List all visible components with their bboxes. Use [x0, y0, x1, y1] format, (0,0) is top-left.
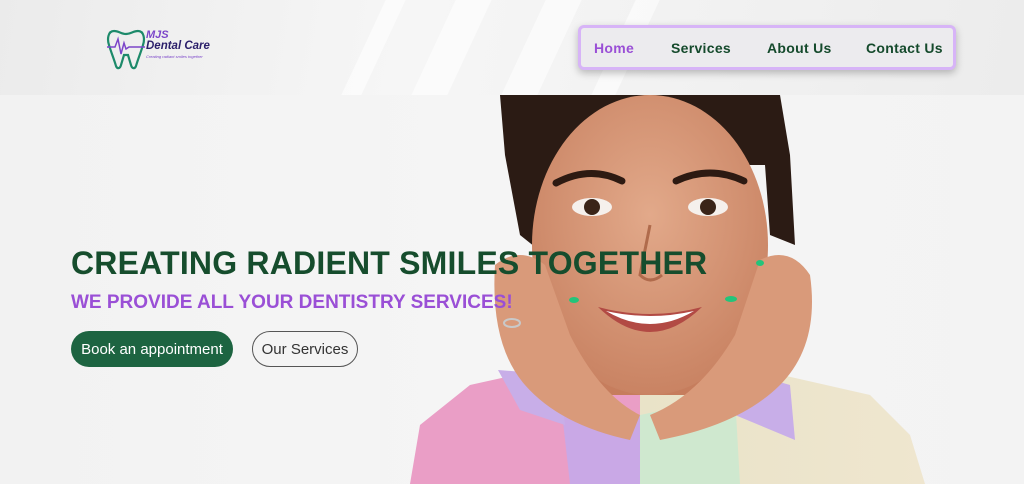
site-header: MJS Dental Care Creating radiant smiles …	[0, 0, 1024, 95]
nav-services[interactable]: Services	[671, 40, 731, 56]
nav-contact-us[interactable]: Contact Us	[866, 40, 943, 56]
hero-subheadline: WE PROVIDE ALL YOUR DENTISTRY SERVICES!	[71, 292, 513, 313]
window-light-decoration	[325, 0, 415, 95]
nav-home[interactable]: Home	[594, 40, 634, 56]
main-nav: Home Services About Us Contact Us	[578, 25, 956, 70]
logo-text-main: Dental Care	[146, 40, 210, 52]
hero-section: CREATING RADIENT SMILES TOGETHER WE PROV…	[0, 95, 1024, 484]
window-light-decoration	[485, 0, 591, 95]
tooth-heartbeat-icon	[106, 29, 146, 70]
our-services-button[interactable]: Our Services	[252, 331, 358, 367]
hero-headline: CREATING RADIENT SMILES TOGETHER	[71, 245, 708, 281]
window-light-decoration	[395, 0, 501, 95]
logo-tagline: Creating radiant smiles together	[146, 54, 203, 59]
smiling-woman-photo	[410, 95, 925, 484]
book-appointment-button[interactable]: Book an appointment	[71, 331, 233, 367]
site-logo[interactable]: MJS Dental Care Creating radiant smiles …	[106, 25, 221, 71]
nav-about-us[interactable]: About Us	[767, 40, 832, 56]
